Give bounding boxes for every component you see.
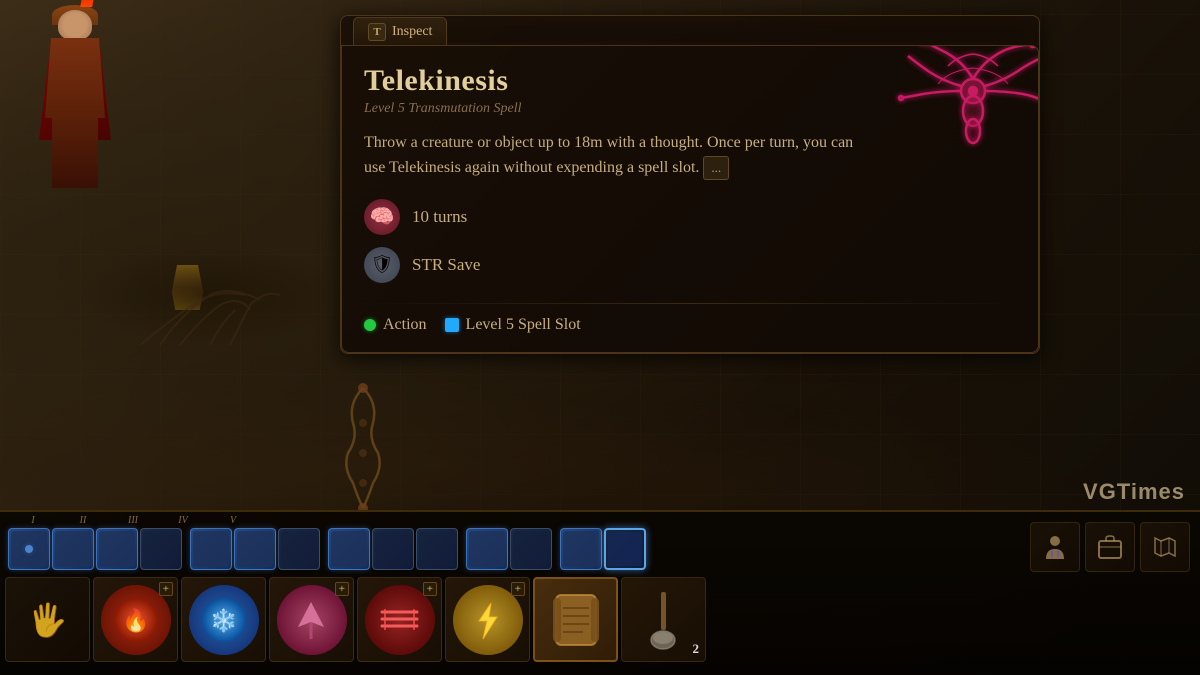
spell-4-svg [377,597,422,642]
bottom-bar: I II III IV V [0,510,1200,675]
spell-3-svg [289,597,334,642]
spell-slot-3-3[interactable] [416,528,458,570]
action-dot [364,319,376,331]
spell-slot-1-2[interactable] [52,528,94,570]
spell-slot-1-3[interactable] [96,528,138,570]
roman-numerals-row: I II III IV V [8,515,840,526]
spell-slot-5-selected[interactable] [604,528,646,570]
inspect-tooltip: T Inspect [340,15,1040,354]
inspect-tab-label: Inspect [392,24,432,40]
spell-1-svg: 🔥 [111,595,161,645]
scroll-svg [551,590,601,650]
character-area [0,0,340,510]
spell-slot-1-4[interactable] [140,528,182,570]
divider [364,303,1016,304]
spell-4-plus: + [423,582,437,596]
panel-icon-2[interactable] [1085,522,1135,572]
spell-slot-4-1[interactable] [466,528,508,570]
roots-svg [80,245,340,345]
watermark: VGTimes [1083,479,1185,505]
spell-3-plus: + [335,582,349,596]
spell-slot-1-1[interactable] [8,528,50,570]
svg-text:❄️: ❄️ [210,608,237,633]
spell-1-plus: + [159,582,173,596]
character-figure [30,10,120,210]
hotbar-spell-4[interactable]: + [357,577,442,662]
spell-slot-dot [445,318,459,332]
action-item: Action [364,316,427,334]
hotbar-row: 🖐 🔥 + [0,572,1200,667]
spell-slot-pips [8,528,840,570]
hotbar-spell-5[interactable]: + [445,577,530,662]
hotbar-spell-1[interactable]: 🔥 + [93,577,178,662]
spell-slot-label: Level 5 Spell Slot [466,316,581,334]
char-head [58,10,92,40]
panel-icon-3[interactable] [1140,522,1190,572]
slot-group-1 [8,528,182,570]
shovel-svg [641,590,686,650]
action-label: Action [383,316,427,334]
tooltip-body: Telekinesis Level 5 Transmutation Spell … [341,45,1039,353]
hotbar-spell-3[interactable]: + [269,577,354,662]
map-panel-icon [1151,533,1179,561]
slot-group-5 [560,528,646,570]
spell-slot-4-2[interactable] [510,528,552,570]
spell-slot-2-3[interactable] [278,528,320,570]
svg-text:🔥: 🔥 [122,608,149,633]
rune-decoration [893,45,1039,186]
more-button[interactable]: ... [703,156,729,180]
right-panel-icons [1030,522,1190,572]
spell-slot-item: Level 5 Spell Slot [445,316,581,334]
hotbar-hand-button[interactable]: 🖐 [5,577,90,662]
hotbar-scroll-button[interactable] [533,577,618,662]
ornament-left [338,383,388,513]
save-icon: 🛡 [364,247,400,283]
ornament-svg [338,383,388,513]
char-legs [52,118,98,188]
spell-slot-2-1[interactable] [190,528,232,570]
spell-2-svg: ❄️ [199,595,249,645]
roman-label-4: IV [158,515,208,526]
hand-icon: 🖐 [28,601,68,639]
slot-group-2 [190,528,320,570]
character-panel-icon [1041,533,1069,561]
inspect-tab[interactable]: T Inspect [353,17,447,46]
tab-key-indicator: T [368,23,386,41]
shovel-count: 2 [693,641,700,657]
slot-group-3 [328,528,458,570]
spell-2-icon: ❄️ [189,585,259,655]
roman-label-1: I [8,515,58,526]
ground-area [80,245,340,345]
hotbar-shovel-button[interactable]: 2 [621,577,706,662]
spell-slot-3-2[interactable] [372,528,414,570]
stat-row-turns: 🧠 10 turns [364,199,1016,235]
spider-rune-svg [893,45,1039,186]
turns-value: 10 turns [412,207,467,227]
spell-slots-section: I II III IV V [0,512,840,572]
spell-stats: 🧠 10 turns 🛡 STR Save [364,199,1016,283]
spell-5-svg [467,599,509,641]
inventory-panel-icon [1096,533,1124,561]
turns-icon: 🧠 [364,199,400,235]
stat-row-save: 🛡 STR Save [364,247,1016,283]
spell-description: Throw a creature or object up to 18m wit… [364,131,854,181]
spell-slot-3-1[interactable] [328,528,370,570]
roman-label-3: III [108,515,158,526]
slot-group-4 [466,528,552,570]
action-row: Action Level 5 Spell Slot [364,316,1016,334]
save-value: STR Save [412,255,480,275]
spell-slot-2-2[interactable] [234,528,276,570]
char-body [45,38,105,118]
panel-icon-1[interactable] [1030,522,1080,572]
spell-5-plus: + [511,582,525,596]
spell-slot-5-1[interactable] [560,528,602,570]
roman-label-5: V [208,515,258,526]
hotbar-spell-2[interactable]: ❄️ [181,577,266,662]
roman-label-2: II [58,515,108,526]
char-helmet-plume [80,0,96,7]
